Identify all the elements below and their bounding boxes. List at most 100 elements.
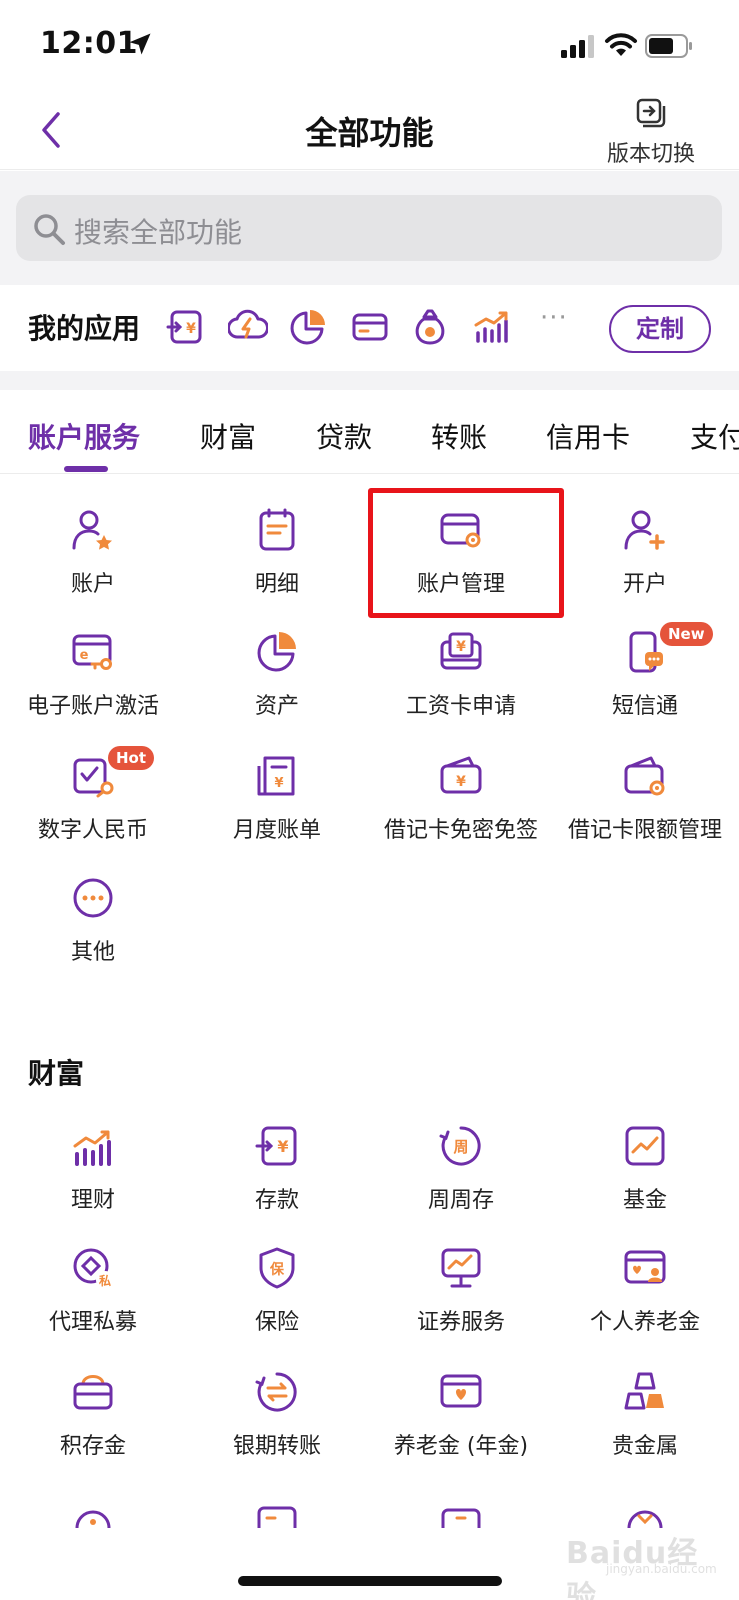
card-icon[interactable] [350, 307, 390, 347]
watermark-logo: Baidu经验 jingyan.baidu.com [566, 1528, 717, 1600]
money-bag-icon[interactable] [410, 307, 450, 347]
grid-item-label: 借记卡限额管理 [567, 818, 722, 843]
insurance-shield-icon: 保 [259, 1247, 295, 1289]
category-tabs: 账户服务 财富 贷款 转账 信用卡 支付 [0, 390, 739, 474]
status-bar: 12:01 [0, 0, 739, 90]
weekly-circle-icon: 周 [439, 1126, 481, 1166]
bolt-cloud-icon[interactable] [228, 307, 268, 347]
grid-item-precious-metals[interactable]: 贵金属 [552, 1370, 738, 1484]
nav-bar: 全部功能 版本切换 [0, 90, 739, 170]
grid-item-label: 积存金 [59, 1434, 126, 1459]
version-switch-label: 版本切换 [606, 142, 695, 167]
partial-row-icon [627, 1510, 663, 1528]
pie-chart-icon [257, 632, 296, 672]
search-area: 搜索全部功能 [0, 171, 739, 285]
grid-item-fund[interactable]: 基金 [552, 1124, 738, 1238]
grid-item-label: 工资卡申请 [405, 694, 516, 719]
private-equity-icon: 私 [73, 1248, 114, 1289]
grid-item-label: 银期转账 [232, 1434, 321, 1459]
weekly-glyph: 周 [453, 1138, 468, 1156]
grid-item-bank-futures-transfer[interactable]: 银期转账 [184, 1370, 370, 1484]
tab-transfer[interactable]: 转账 [431, 416, 487, 456]
pension-card-icon [624, 1250, 666, 1284]
grid-item-label: 保险 [254, 1310, 299, 1335]
highlight-annotation [368, 488, 564, 618]
active-tab-indicator [64, 466, 108, 472]
grid-item-open-account[interactable]: 开户 [552, 508, 738, 622]
growth-chart-icon[interactable] [472, 307, 512, 347]
search-input[interactable]: 搜索全部功能 [16, 195, 722, 261]
grid-item-monthly-bill[interactable]: ¥ 月度账单 [184, 754, 370, 868]
grid-item-private-equity[interactable]: 私 代理私募 [0, 1246, 186, 1360]
exchange-circle-icon [255, 1372, 297, 1412]
watermark-sub: jingyan.baidu.com [606, 1562, 717, 1576]
grid-item-debit-card-no-password[interactable]: ¥ 借记卡免密免签 [368, 754, 554, 868]
my-apps-title: 我的应用 [28, 312, 141, 345]
tab-loans[interactable]: 贷款 [316, 416, 372, 456]
user-star-icon [72, 510, 112, 550]
insurance-glyph: 保 [269, 1261, 285, 1278]
grid-item-e-account-activation[interactable]: e 电子账户激活 [0, 630, 186, 744]
location-arrow-icon [129, 33, 151, 55]
grid-item-salary-card[interactable]: ¥ 工资卡申请 [368, 630, 554, 744]
grid-item-details[interactable]: 明细 [184, 508, 370, 622]
grid-item-account[interactable]: 账户 [0, 508, 186, 622]
document-list-icon [259, 508, 295, 551]
grid-item-label: 存款 [254, 1188, 299, 1213]
grid-item-deposit[interactable]: ¥ 存款 [184, 1124, 370, 1238]
e-card-key-icon: e [72, 634, 112, 670]
home-indicator[interactable] [238, 1576, 502, 1586]
grid-item-other[interactable]: 其他 [0, 876, 186, 990]
svg-text:¥: ¥ [456, 774, 466, 790]
grid-item-securities[interactable]: 证券服务 [368, 1246, 554, 1360]
grid-item-wealth-management[interactable]: 理财 [0, 1124, 186, 1238]
user-add-icon [624, 510, 665, 550]
svg-text:¥: ¥ [274, 776, 283, 791]
gold-basket-icon [73, 1375, 113, 1410]
new-badge: New [660, 622, 713, 646]
pie-chart-icon[interactable] [288, 307, 328, 347]
tab-wealth[interactable]: 财富 [200, 416, 256, 456]
grid-item-label: 开户 [622, 572, 667, 597]
grid-item-weekly-deposit[interactable]: 周 周周存 [368, 1124, 554, 1238]
svg-text:¥: ¥ [456, 639, 466, 655]
tab-payment[interactable]: 支付 [690, 416, 739, 456]
switch-version-icon [636, 98, 666, 128]
grid-item-label: 证券服务 [416, 1310, 505, 1335]
grid-item-sms-service[interactable]: New 短信通 [552, 622, 738, 744]
svg-text:e: e [80, 648, 89, 663]
cellular-signal-icon [561, 35, 594, 58]
section-divider [0, 371, 739, 390]
gold-bars-icon [624, 1372, 664, 1410]
tab-credit-card[interactable]: 信用卡 [546, 416, 630, 456]
section-title-wealth: 财富 [28, 1057, 85, 1090]
more-circle-icon [73, 878, 113, 918]
grid-item-gold-accumulation[interactable]: 积存金 [0, 1370, 186, 1484]
fund-chart-icon [625, 1126, 665, 1166]
svg-text:¥: ¥ [277, 1137, 288, 1156]
customize-button[interactable]: 定制 [609, 305, 711, 353]
search-icon [34, 214, 65, 245]
monthly-bill-icon: ¥ [257, 756, 295, 796]
grid-item-digital-rmb[interactable]: Hot 数字人民币 [0, 746, 186, 868]
grid-item-label: 代理私募 [48, 1310, 137, 1335]
grid-item-label: 其他 [70, 940, 115, 965]
grid-item-debit-card-limit[interactable]: 借记卡限额管理 [552, 754, 738, 868]
salary-card-icon: ¥ [440, 632, 482, 670]
grid-item-insurance[interactable]: 保 保险 [184, 1246, 370, 1360]
grid-item-personal-pension[interactable]: 个人养老金 [552, 1246, 738, 1360]
grid-item-label: 基金 [622, 1188, 667, 1213]
partial-row-icon [441, 1508, 481, 1528]
growth-chart-icon [73, 1130, 111, 1166]
grid-item-label: 贵金属 [611, 1434, 678, 1459]
grid-item-assets[interactable]: 资产 [184, 630, 370, 744]
deposit-icon[interactable]: ¥ [166, 307, 206, 347]
search-placeholder: 搜索全部功能 [74, 216, 243, 249]
tab-account-services[interactable]: 账户服务 [28, 416, 140, 456]
grid-item-label: 理财 [70, 1188, 115, 1213]
version-switch-button[interactable]: 版本切换 [596, 98, 706, 167]
svg-text:¥: ¥ [186, 321, 196, 337]
securities-monitor-icon [441, 1248, 481, 1288]
more-apps-dots[interactable]: ··· [540, 303, 568, 333]
grid-item-annuity[interactable]: 养老金 (年金) [368, 1370, 554, 1484]
